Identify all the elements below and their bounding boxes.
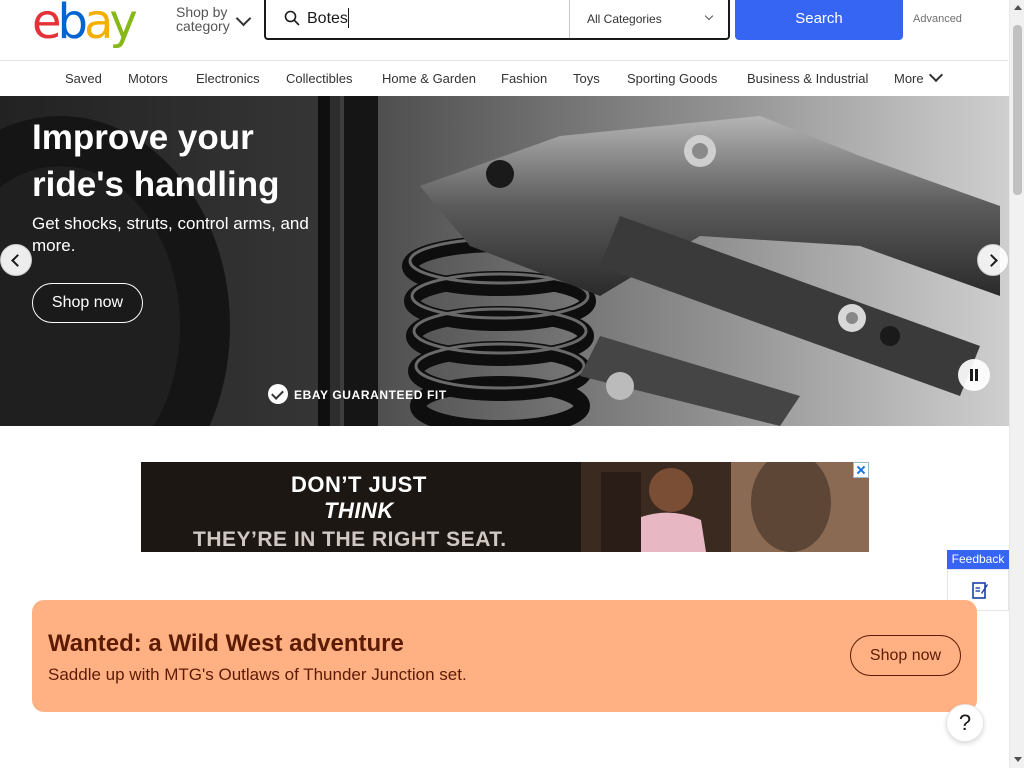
chevron-down-icon [928,67,944,83]
category-select-value: All Categories [587,12,662,26]
nav-item-fashion[interactable]: Fashion [501,71,547,86]
hero-carousel: Improve your ride's handling Get shocks,… [0,96,1009,426]
shop-by-label-2: category [176,18,230,34]
chevron-down-icon [704,11,714,21]
chevron-left-icon [11,254,24,267]
feedback-button[interactable]: Feedback [947,550,1009,569]
nav-item-motors[interactable]: Motors [128,71,168,86]
advanced-search-link[interactable]: Advanced [913,13,962,25]
promo-subtitle: Saddle up with MTG's Outlaws of Thunder … [48,665,467,684]
shop-by-category-button[interactable]: Shop by category [176,4,252,34]
scroll-down-arrow[interactable] [1014,757,1022,762]
shop-by-label: Shop by [176,4,228,20]
ad-headline-1: DON’T JUST [291,472,427,497]
promo-shop-now-button[interactable]: Shop now [850,635,961,676]
page-scrollbar[interactable] [1009,0,1024,768]
category-select[interactable]: All Categories [569,0,730,38]
nav-item-collectibles[interactable]: Collectibles [286,71,352,86]
ad-banner[interactable]: DON’T JUST THINK THEY’RE IN THE RIGHT SE… [141,462,869,552]
chevron-right-icon [985,254,998,267]
ebay-logo[interactable]: ebay [32,0,138,46]
hero-title: Improve your ride's handling [32,118,280,204]
scrollbar-thumb[interactable] [1013,25,1022,195]
promo-title: Wanted: a Wild West adventure [48,630,404,657]
carousel-prev-button[interactable] [0,244,32,276]
guaranteed-fit-label: EBAY GUARANTEED FIT [294,388,447,402]
close-icon[interactable] [853,462,869,478]
search-icon [284,10,300,26]
search-input[interactable] [307,6,565,32]
promo-banner: Wanted: a Wild West adventure Saddle up … [32,600,977,712]
ad-headline-2: THINK [324,498,394,523]
chevron-down-icon [235,10,252,27]
hero-shop-now-button[interactable]: Shop now [32,283,143,323]
nav-item-home-garden[interactable]: Home & Garden [382,71,476,86]
nav-item-electronics[interactable]: Electronics [196,71,260,86]
header: ebay Shop by category All Categories Sea… [0,0,1008,61]
ad-child-car-seat-image [581,462,869,552]
nav-item-sporting-goods[interactable]: Sporting Goods [627,71,717,86]
nav-item-toys[interactable]: Toys [573,71,600,86]
help-icon[interactable]: ? [946,704,984,742]
carousel-next-button[interactable] [977,244,1009,276]
category-nav: Saved Motors Electronics Collectibles Ho… [0,61,1008,96]
scroll-up-arrow[interactable] [1014,5,1022,10]
hero-subtitle: Get shocks, struts, control arms, and mo… [32,214,309,255]
nav-item-more[interactable]: More [894,71,924,86]
nav-item-business-industrial[interactable]: Business & Industrial [747,71,868,86]
text-cursor [348,8,349,28]
feedback-edit-icon [972,582,988,599]
ad-headline-3: THEY’RE IN THE RIGHT SEAT. [193,528,507,551]
check-icon [268,384,288,404]
search-button[interactable]: Search [735,0,903,40]
pause-icon[interactable] [958,359,990,391]
search-box: All Categories [264,0,730,40]
nav-item-saved[interactable]: Saved [65,71,102,86]
